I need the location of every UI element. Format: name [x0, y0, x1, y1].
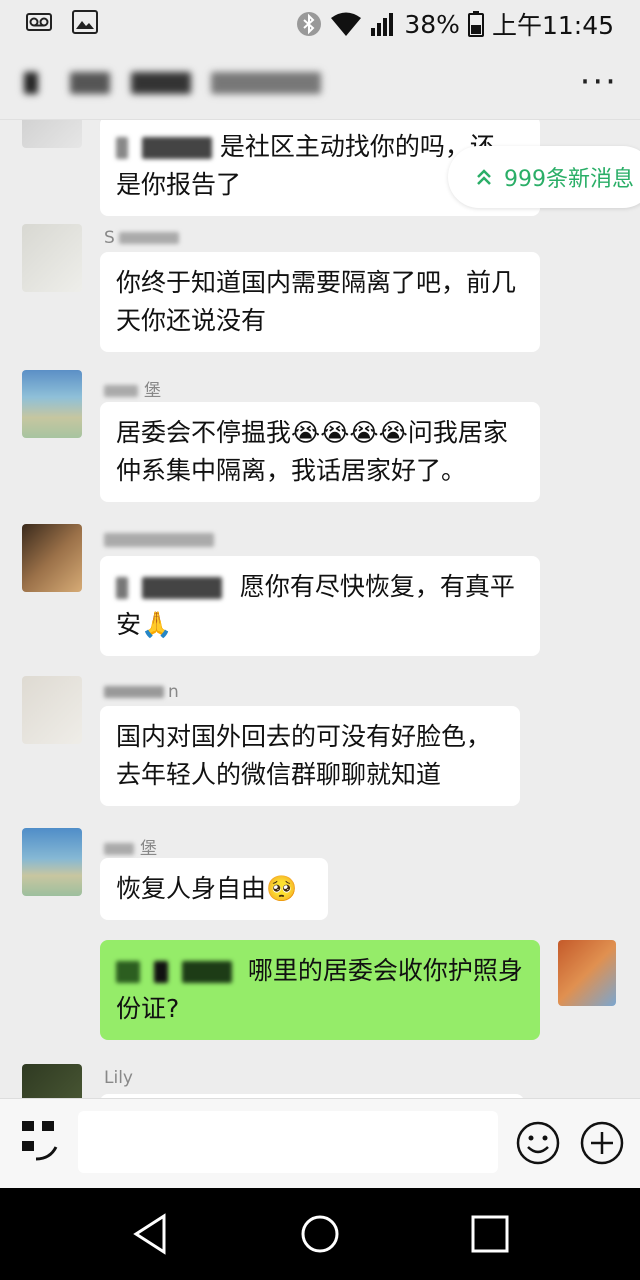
back-icon[interactable] — [128, 1210, 176, 1258]
message-text: 是社区主动找你的吗，还 — [219, 132, 495, 161]
message-text: 安🙏 — [116, 610, 173, 639]
avatar — [22, 120, 82, 148]
message-text: 国内对国外回去的可没有好脸色，去年轻人的微信群聊聊就知道 — [116, 722, 492, 789]
home-icon[interactable] — [296, 1210, 344, 1258]
sender-name: 堡 — [104, 376, 161, 401]
input-bar — [0, 1098, 640, 1188]
avatar[interactable] — [22, 370, 82, 438]
message-bubble[interactable]: 愿你有尽快恢复，有真平 安🙏 — [100, 556, 540, 656]
plus-icon[interactable] — [580, 1121, 624, 1165]
message-text: 恢复人身自由🥺 — [116, 874, 298, 903]
bluetooth-icon — [297, 12, 322, 36]
avatar[interactable] — [22, 676, 82, 744]
battery-percent: 38% — [404, 9, 460, 39]
message-text: 份证? — [116, 994, 180, 1023]
chat-messages[interactable]: 是社区主动找你的吗，还 是你报告了 999条新消息 S 你终于知道国内需要隔离了… — [0, 120, 640, 1098]
sender-name-redacted — [104, 530, 214, 552]
avatar[interactable] — [22, 224, 82, 292]
chat-header: ··· — [0, 44, 640, 120]
message-bubble[interactable]: 你终于知道国内需要隔离了吧，前几天你还说没有 — [100, 252, 540, 352]
message-input[interactable] — [78, 1111, 498, 1173]
sender-name: Lily — [104, 1068, 133, 1088]
clock: 上午11:45 — [491, 11, 614, 40]
new-messages-button[interactable]: 999条新消息 — [448, 146, 640, 208]
more-options-button[interactable]: ··· — [580, 62, 618, 102]
double-chevron-up-icon — [477, 169, 491, 185]
message-text: 是你报告了 — [116, 170, 242, 199]
my-avatar[interactable] — [558, 940, 616, 1006]
sender-name: 堡 — [104, 834, 157, 859]
avatar[interactable] — [22, 524, 82, 592]
image-icon — [72, 10, 98, 34]
voicemail-icon — [26, 13, 52, 31]
message-text: 你终于知道国内需要隔离了吧，前几天你还说没有 — [116, 268, 517, 335]
new-messages-label: 999条新消息 — [504, 167, 634, 192]
avatar[interactable] — [22, 828, 82, 896]
voice-input-icon[interactable] — [20, 1119, 62, 1165]
message-bubble[interactable]: 恢复人身自由🥺 — [100, 858, 328, 920]
battery-icon — [467, 11, 484, 37]
message-bubble[interactable]: 居委会不停揾我😭😭😭😭问我居家仲系集中隔离，我话居家好了。 — [100, 402, 540, 502]
recents-icon[interactable] — [466, 1210, 514, 1258]
status-bar: 38% 上午11:45 — [0, 0, 640, 44]
message-text: 居委会不停揾我😭😭😭😭问我居家仲系集中隔离，我话居家好了。 — [116, 418, 508, 485]
message-text: 哪里的居委会收你护照身 — [247, 956, 523, 985]
message-bubble[interactable]: 国内对国外回去的可没有好脸色，去年轻人的微信群聊聊就知道 — [100, 706, 520, 806]
chat-title-redacted — [24, 64, 321, 99]
wifi-icon — [331, 12, 362, 36]
emoji-icon[interactable] — [516, 1121, 560, 1165]
sender-name: S — [104, 228, 179, 250]
message-text: 愿你有尽快恢复，有真平 — [239, 572, 515, 601]
my-message-bubble[interactable]: 哪里的居委会收你护照身 份证? — [100, 940, 540, 1040]
sender-name: n — [104, 682, 179, 704]
navigation-bar — [0, 1188, 640, 1280]
signal-icon — [371, 13, 394, 36]
avatar[interactable] — [22, 1064, 82, 1098]
